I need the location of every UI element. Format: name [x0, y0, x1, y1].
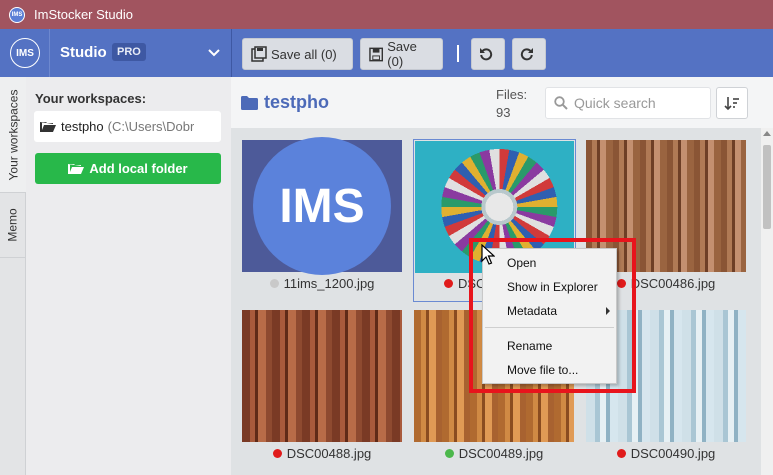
save-button[interactable]: Save (0) [360, 38, 443, 70]
title-bar: IMS ImStocker Studio [0, 0, 773, 29]
scrollbar-thumb[interactable] [763, 145, 771, 229]
status-dot [269, 279, 279, 288]
sort-icon [724, 97, 739, 111]
workspace-item[interactable]: testpho (C:\Users\Dobr [34, 111, 221, 142]
search-icon [554, 96, 568, 110]
studio-header: IMS Studio PRO [0, 29, 231, 77]
toolbar: Save all (0) Save (0) [231, 29, 773, 77]
tab-memo[interactable]: Memo [0, 193, 26, 258]
app-logo-icon: IMS [9, 6, 25, 23]
image-filename: 11ims_1200.jpg [283, 276, 375, 291]
image-thumbnail[interactable]: IMS [242, 137, 402, 275]
workspace-path: (C:\Users\Dobr [107, 119, 195, 134]
sidebar: Your workspaces: testpho (C:\Users\Dobr … [26, 77, 231, 475]
image-caption: 11ims_1200.jpg [242, 276, 402, 291]
search-input[interactable]: Quick search [545, 87, 711, 119]
status-dot [444, 449, 454, 458]
status-dot [444, 279, 453, 288]
add-local-folder-label: Add local folder [89, 161, 188, 176]
scroll-up-arrow-icon[interactable] [763, 131, 771, 136]
image-tile[interactable]: DSC00488.jpg [242, 310, 405, 473]
vertical-scrollbar[interactable] [761, 128, 773, 475]
tab-memo-label: Memo [6, 208, 20, 242]
status-dot [272, 449, 282, 458]
chevron-down-icon[interactable] [206, 44, 222, 60]
files-count-value: 93 [496, 105, 511, 120]
image-caption: DSC00490.jpg [586, 446, 746, 461]
toolbar-separator [457, 45, 459, 62]
tab-your-workspaces[interactable]: Your workspaces [0, 77, 26, 193]
vertical-tabs: Your workspaces Memo [0, 77, 26, 475]
image-tile[interactable]: IMS 11ims_1200.jpg [242, 137, 405, 303]
image-caption: DSC00488.jpg [242, 446, 402, 461]
add-local-folder-button[interactable]: Add local folder [35, 153, 221, 184]
folder-open-icon [68, 164, 85, 174]
save-all-button[interactable]: Save all (0) [242, 38, 353, 70]
workspace-name: testpho [61, 119, 104, 134]
image-filename: DSC00486.jpg [630, 276, 716, 291]
folder-open-icon [40, 122, 56, 132]
search-placeholder: Quick search [574, 95, 656, 111]
redo-button[interactable] [512, 38, 546, 70]
save-all-label: Save all (0) [271, 46, 337, 62]
ims-logo: IMS [10, 38, 40, 68]
image-caption: DSC00489.jpg [414, 446, 574, 461]
files-count: Files: 93 [496, 86, 527, 122]
save-icon [369, 47, 384, 61]
tab-your-workspaces-label: Your workspaces [6, 89, 20, 180]
ims-logo-image: IMS [253, 137, 391, 275]
folder-name: testpho [264, 92, 329, 112]
folder-icon [241, 95, 258, 110]
image-filename: DSC00490.jpg [630, 446, 716, 461]
window-title: ImStocker Studio [34, 7, 133, 22]
sort-button[interactable] [716, 87, 748, 119]
undo-button[interactable] [471, 38, 505, 70]
folder-title: testpho [241, 92, 329, 113]
image-thumbnail[interactable] [242, 310, 402, 442]
redo-icon [520, 48, 533, 61]
mouse-cursor-icon [481, 244, 495, 265]
image-filename: DSC00488.jpg [286, 446, 372, 461]
pro-badge: PRO [112, 43, 146, 61]
save-all-icon [251, 46, 267, 62]
header-divider [49, 29, 50, 77]
undo-icon [480, 48, 493, 61]
main-header: testpho Files: 93 Quick search [231, 77, 773, 128]
workspaces-heading: Your workspaces: [35, 91, 147, 106]
save-label: Save (0) [387, 39, 417, 69]
status-dot [616, 449, 626, 458]
image-filename: DSC00489.jpg [458, 446, 544, 461]
files-label: Files: [496, 87, 528, 102]
studio-label[interactable]: Studio [60, 44, 107, 61]
